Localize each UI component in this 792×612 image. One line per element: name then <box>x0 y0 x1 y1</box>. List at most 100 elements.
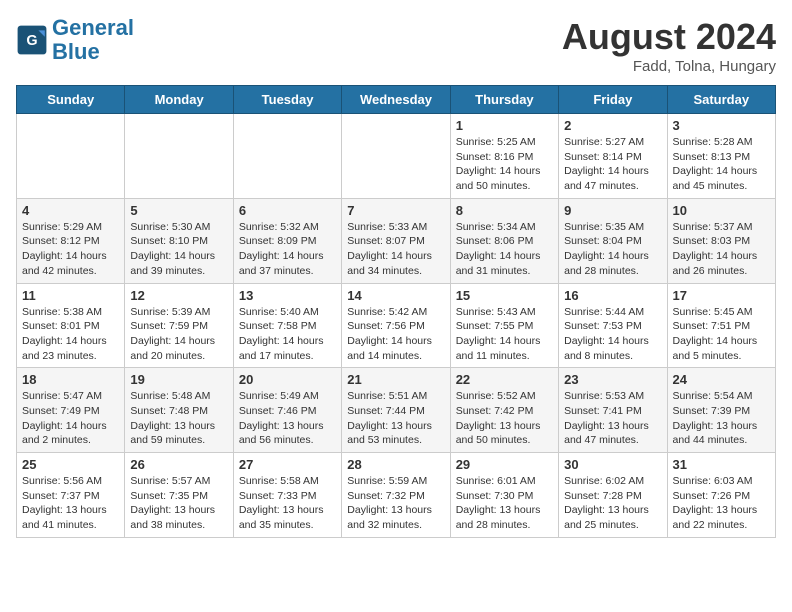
col-header-saturday: Saturday <box>667 86 775 114</box>
logo-text: General Blue <box>52 16 134 64</box>
day-cell: 14Sunrise: 5:42 AMSunset: 7:56 PMDayligh… <box>342 283 450 368</box>
month-year-title: August 2024 <box>562 16 776 58</box>
day-cell: 20 Sunrise: 5:49 AMSunset: 7:46 PMDayligh… <box>233 368 341 453</box>
day-info: Sunrise: 5:42 AMSunset: 7:56 PMDaylight:… <box>347 305 444 364</box>
day-cell: 6 Sunrise: 5:32 AMSunset: 8:09 PMDaylight… <box>233 198 341 283</box>
day-number: 26 <box>130 457 227 472</box>
day-cell: 10 Sunrise: 5:37 AMSunset: 8:03 PMDayligh… <box>667 198 775 283</box>
day-number: 7 <box>347 203 444 218</box>
day-cell: 18Sunrise: 5:47 AMSunset: 7:49 PMDayligh… <box>17 368 125 453</box>
day-info: Sunrise: 5:49 AMSunset: 7:46 PMDaylight:… <box>239 389 336 448</box>
day-info: Sunrise: 5:51 AMSunset: 7:44 PMDaylight:… <box>347 389 444 448</box>
day-number: 13 <box>239 288 336 303</box>
day-cell: 22 Sunrise: 5:52 AMSunset: 7:42 PMDayligh… <box>450 368 558 453</box>
day-cell: 15 Sunrise: 5:43 AMSunset: 7:55 PMDayligh… <box>450 283 558 368</box>
day-cell: 28Sunrise: 5:59 AMSunset: 7:32 PMDayligh… <box>342 453 450 538</box>
day-cell: 1 Sunrise: 5:25 AMSunset: 8:16 PMDaylight… <box>450 114 558 199</box>
day-cell: 19Sunrise: 5:48 AMSunset: 7:48 PMDayligh… <box>125 368 233 453</box>
col-header-monday: Monday <box>125 86 233 114</box>
day-info: Sunrise: 5:47 AMSunset: 7:49 PMDaylight:… <box>22 389 119 448</box>
day-number: 9 <box>564 203 661 218</box>
day-number: 10 <box>673 203 770 218</box>
day-cell: 29Sunrise: 6:01 AMSunset: 7:30 PMDayligh… <box>450 453 558 538</box>
week-row-5: 25 Sunrise: 5:56 AMSunset: 7:37 PMDayligh… <box>17 453 776 538</box>
day-number: 23 <box>564 372 661 387</box>
day-info: Sunrise: 5:48 AMSunset: 7:48 PMDaylight:… <box>130 389 227 448</box>
day-cell: 4Sunrise: 5:29 AMSunset: 8:12 PMDaylight… <box>17 198 125 283</box>
day-info: Sunrise: 6:03 AMSunset: 7:26 PMDaylight:… <box>673 474 770 533</box>
day-number: 6 <box>239 203 336 218</box>
day-cell: 30Sunrise: 6:02 AMSunset: 7:28 PMDayligh… <box>559 453 667 538</box>
calendar-table: SundayMondayTuesdayWednesdayThursdayFrid… <box>16 85 776 538</box>
week-row-1: 1 Sunrise: 5:25 AMSunset: 8:16 PMDaylight… <box>17 114 776 199</box>
week-row-3: 11 Sunrise: 5:38 AMSunset: 8:01 PMDayligh… <box>17 283 776 368</box>
day-info: Sunrise: 5:38 AMSunset: 8:01 PMDaylight:… <box>22 305 119 364</box>
day-cell: 3 Sunrise: 5:28 AMSunset: 8:13 PMDaylight… <box>667 114 775 199</box>
day-info: Sunrise: 5:25 AMSunset: 8:16 PMDaylight:… <box>456 135 553 194</box>
day-cell: 26 Sunrise: 5:57 AMSunset: 7:35 PMDayligh… <box>125 453 233 538</box>
days-header-row: SundayMondayTuesdayWednesdayThursdayFrid… <box>17 86 776 114</box>
day-info: Sunrise: 5:30 AMSunset: 8:10 PMDaylight:… <box>130 220 227 279</box>
day-cell: 2 Sunrise: 5:27 AMSunset: 8:14 PMDaylight… <box>559 114 667 199</box>
day-cell: 12 Sunrise: 5:39 AMSunset: 7:59 PMDayligh… <box>125 283 233 368</box>
day-number: 8 <box>456 203 553 218</box>
day-number: 30 <box>564 457 661 472</box>
day-number: 11 <box>22 288 119 303</box>
day-cell: 9 Sunrise: 5:35 AMSunset: 8:04 PMDaylight… <box>559 198 667 283</box>
week-row-4: 18Sunrise: 5:47 AMSunset: 7:49 PMDayligh… <box>17 368 776 453</box>
day-number: 22 <box>456 372 553 387</box>
day-number: 28 <box>347 457 444 472</box>
day-cell <box>342 114 450 199</box>
day-cell: 16Sunrise: 5:44 AMSunset: 7:53 PMDayligh… <box>559 283 667 368</box>
day-number: 3 <box>673 118 770 133</box>
day-cell: 5 Sunrise: 5:30 AMSunset: 8:10 PMDaylight… <box>125 198 233 283</box>
page-header: G General Blue August 2024 Fadd, Tolna, … <box>16 16 776 75</box>
day-cell: 31 Sunrise: 6:03 AMSunset: 7:26 PMDayligh… <box>667 453 775 538</box>
day-info: Sunrise: 5:39 AMSunset: 7:59 PMDaylight:… <box>130 305 227 364</box>
col-header-tuesday: Tuesday <box>233 86 341 114</box>
day-info: Sunrise: 5:33 AMSunset: 8:07 PMDaylight:… <box>347 220 444 279</box>
col-header-friday: Friday <box>559 86 667 114</box>
logo: G General Blue <box>16 16 134 64</box>
day-cell: 13 Sunrise: 5:40 AMSunset: 7:58 PMDayligh… <box>233 283 341 368</box>
day-cell: 7 Sunrise: 5:33 AMSunset: 8:07 PMDaylight… <box>342 198 450 283</box>
day-number: 15 <box>456 288 553 303</box>
day-info: Sunrise: 5:45 AMSunset: 7:51 PMDaylight:… <box>673 305 770 364</box>
day-info: Sunrise: 5:40 AMSunset: 7:58 PMDaylight:… <box>239 305 336 364</box>
day-number: 31 <box>673 457 770 472</box>
day-info: Sunrise: 5:53 AMSunset: 7:41 PMDaylight:… <box>564 389 661 448</box>
day-number: 5 <box>130 203 227 218</box>
day-info: Sunrise: 5:43 AMSunset: 7:55 PMDaylight:… <box>456 305 553 364</box>
col-header-wednesday: Wednesday <box>342 86 450 114</box>
day-number: 27 <box>239 457 336 472</box>
day-number: 12 <box>130 288 227 303</box>
day-cell: 25 Sunrise: 5:56 AMSunset: 7:37 PMDayligh… <box>17 453 125 538</box>
day-info: Sunrise: 5:58 AMSunset: 7:33 PMDaylight:… <box>239 474 336 533</box>
col-header-thursday: Thursday <box>450 86 558 114</box>
week-row-2: 4Sunrise: 5:29 AMSunset: 8:12 PMDaylight… <box>17 198 776 283</box>
day-info: Sunrise: 5:32 AMSunset: 8:09 PMDaylight:… <box>239 220 336 279</box>
day-number: 2 <box>564 118 661 133</box>
day-info: Sunrise: 5:28 AMSunset: 8:13 PMDaylight:… <box>673 135 770 194</box>
day-cell <box>17 114 125 199</box>
day-info: Sunrise: 5:56 AMSunset: 7:37 PMDaylight:… <box>22 474 119 533</box>
day-cell: 17Sunrise: 5:45 AMSunset: 7:51 PMDayligh… <box>667 283 775 368</box>
day-cell: 21 Sunrise: 5:51 AMSunset: 7:44 PMDayligh… <box>342 368 450 453</box>
day-info: Sunrise: 5:54 AMSunset: 7:39 PMDaylight:… <box>673 389 770 448</box>
day-info: Sunrise: 5:27 AMSunset: 8:14 PMDaylight:… <box>564 135 661 194</box>
day-info: Sunrise: 5:52 AMSunset: 7:42 PMDaylight:… <box>456 389 553 448</box>
day-number: 25 <box>22 457 119 472</box>
day-number: 20 <box>239 372 336 387</box>
day-number: 4 <box>22 203 119 218</box>
day-number: 21 <box>347 372 444 387</box>
day-info: Sunrise: 5:57 AMSunset: 7:35 PMDaylight:… <box>130 474 227 533</box>
day-info: Sunrise: 5:35 AMSunset: 8:04 PMDaylight:… <box>564 220 661 279</box>
day-number: 16 <box>564 288 661 303</box>
day-cell: 23 Sunrise: 5:53 AMSunset: 7:41 PMDayligh… <box>559 368 667 453</box>
day-number: 1 <box>456 118 553 133</box>
day-info: Sunrise: 5:37 AMSunset: 8:03 PMDaylight:… <box>673 220 770 279</box>
day-cell: 8Sunrise: 5:34 AMSunset: 8:06 PMDaylight… <box>450 198 558 283</box>
title-block: August 2024 Fadd, Tolna, Hungary <box>562 16 776 75</box>
location-subtitle: Fadd, Tolna, Hungary <box>562 58 776 75</box>
svg-text:G: G <box>26 33 37 49</box>
